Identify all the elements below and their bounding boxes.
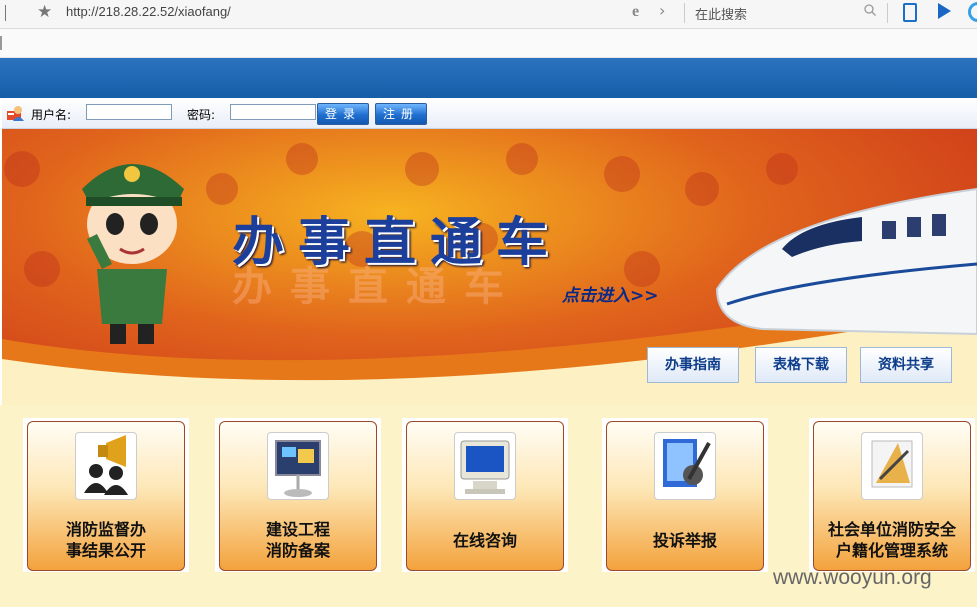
search-input[interactable]: 在此搜索: [695, 4, 747, 23]
drafting-tools-icon: [861, 432, 923, 500]
tile-online-consult[interactable]: 在线咨询: [406, 421, 564, 571]
register-button[interactable]: 注册: [375, 103, 427, 125]
tile-label: 投诉举报: [652, 531, 717, 550]
ie-compat-icon[interactable]: e: [632, 3, 639, 21]
chevron-right-icon[interactable]: ›: [659, 1, 665, 20]
password-input[interactable]: [230, 104, 316, 120]
nav-forms-download-button[interactable]: 表格下载: [755, 347, 847, 383]
tile-supervision-results[interactable]: 消防监督办 事结果公开: [27, 421, 185, 571]
tile-label: 消防备案: [265, 541, 330, 560]
tile-label: 户籍化管理系统: [835, 541, 948, 560]
favorite-star-icon[interactable]: ★: [37, 2, 52, 22]
computer-monitor-icon: [454, 432, 516, 500]
watermark-text: www.wooyun.org: [773, 566, 932, 589]
toolbar-edge: [0, 36, 2, 50]
password-label: 密码:: [187, 108, 216, 122]
easel-board-icon: [267, 432, 329, 500]
tile-fire-safety-registry[interactable]: 社会单位消防安全 户籍化管理系统: [813, 421, 971, 571]
phone-icon[interactable]: [903, 3, 917, 22]
nav-guide-button[interactable]: 办事指南: [647, 347, 739, 383]
enter-link[interactable]: 点击进入>>: [562, 281, 659, 306]
user-icon: [7, 106, 24, 121]
play-icon[interactable]: [938, 3, 951, 19]
banner-title: 办事直通车: [232, 213, 563, 273]
browser-toolbar: [0, 29, 977, 58]
login-button[interactable]: 登录: [317, 103, 369, 125]
nav-resource-share-button[interactable]: 资料共享: [860, 347, 952, 383]
tile-label: 建设工程: [265, 520, 330, 539]
username-input[interactable]: [86, 104, 172, 120]
site-header-band: [0, 58, 977, 98]
tile-complaint-report[interactable]: 投诉举报: [606, 421, 764, 571]
divider: [684, 3, 685, 23]
tile-label: 在线咨询: [452, 531, 517, 550]
address-url[interactable]: http://218.28.22.52/xiaofang/: [66, 4, 231, 19]
tile-label: 社会单位消防安全: [827, 520, 956, 539]
megaphone-people-icon: [75, 432, 137, 500]
search-icon[interactable]: [864, 4, 876, 16]
tile-construction-filing[interactable]: 建设工程 消防备案: [219, 421, 377, 571]
tab-edge: [0, 5, 6, 21]
tile-label: 消防监督办: [65, 520, 146, 539]
divider: [887, 3, 888, 23]
browser-address-bar: ★ http://218.28.22.52/xiaofang/ e › 在此搜索: [0, 0, 977, 29]
refresh-circle-icon[interactable]: [968, 2, 977, 22]
pen-document-icon: [654, 432, 716, 500]
username-label: 用户名:: [31, 108, 72, 122]
tile-label: 事结果公开: [65, 541, 146, 560]
